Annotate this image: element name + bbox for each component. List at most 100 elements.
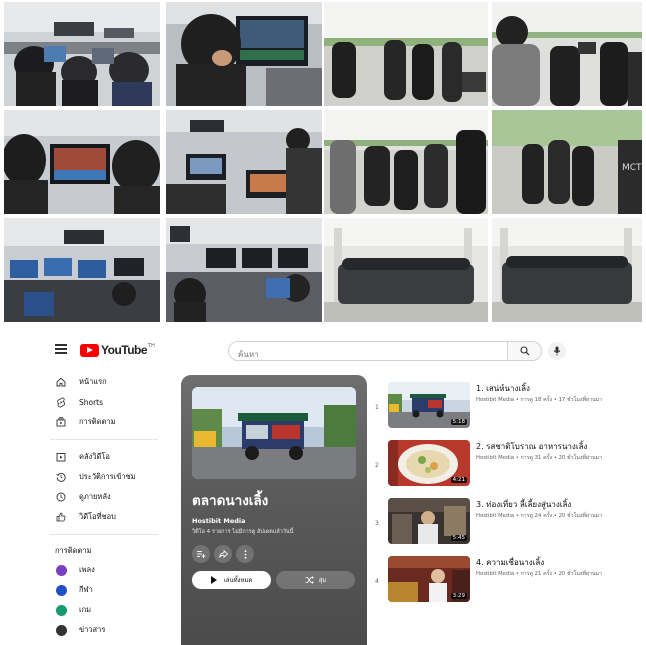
video-duration: 4:21 bbox=[450, 477, 467, 483]
sidebar-item-label: การติดตาม bbox=[79, 417, 116, 426]
playlist-video-item[interactable]: 4 3:29 4. ความเชื่อนางเลิ้ง Hostibit Med… bbox=[370, 556, 640, 606]
photo-group-portrait-2 bbox=[492, 218, 642, 322]
video-thumbnail[interactable]: 3:29 bbox=[388, 556, 470, 602]
menu-icon[interactable] bbox=[55, 344, 67, 354]
music-channel-avatar bbox=[55, 564, 67, 576]
play-icon bbox=[210, 576, 217, 584]
playlist-actions bbox=[192, 545, 254, 563]
photo-campus-group-2 bbox=[324, 110, 488, 214]
share-button[interactable] bbox=[214, 545, 232, 563]
play-all-button[interactable]: เล่นทั้งหมด bbox=[192, 571, 271, 589]
sidebar-item-news[interactable]: ข่าวสาร bbox=[50, 620, 162, 640]
sidebar-item-watch-later[interactable]: ดูภายหลัง bbox=[50, 487, 162, 507]
sidebar-item-library[interactable]: คลังวิดีโอ bbox=[50, 447, 162, 467]
youtube-play-icon bbox=[80, 343, 99, 357]
sidebar-item-label: เพลง bbox=[79, 565, 95, 574]
masthead: YouTube TH bbox=[0, 332, 646, 368]
video-duration: 5:18 bbox=[450, 419, 467, 425]
sidebar-item-label: เกม bbox=[79, 605, 92, 614]
voice-search-button[interactable] bbox=[548, 342, 566, 360]
youtube-logo[interactable]: YouTube TH bbox=[80, 343, 155, 357]
playlist-video-item[interactable]: 2 4:21 2. รสชาติโบราณ อาหารนางเลิ้ง Host… bbox=[370, 440, 640, 490]
photo-computer-lab-4 bbox=[4, 218, 160, 322]
mic-icon bbox=[553, 346, 561, 356]
sidebar-item-sports[interactable]: กีฬา bbox=[50, 580, 162, 600]
sidebar-item-history[interactable]: ประวัติการเข้าชม bbox=[50, 467, 162, 487]
photo-editing-closeup bbox=[166, 2, 322, 106]
playlist-meta: วิดีโอ 4 รายการ ไม่มีการดู อัปเดตแล้ววัน… bbox=[192, 529, 294, 535]
news-channel-avatar bbox=[55, 624, 67, 636]
sidebar-item-gaming[interactable]: เกม bbox=[50, 600, 162, 620]
video-meta: Hostibit Media • การดู 24 ครั้ง • 20 ชั่… bbox=[476, 513, 603, 519]
sidebar-item-liked-videos[interactable]: วิดีโอที่ชอบ bbox=[50, 507, 162, 527]
like-icon bbox=[55, 511, 67, 523]
video-title[interactable]: 3. ท่องเที่ยว ลี้เลี้ยงสู่นางเลิ้ง bbox=[476, 498, 571, 511]
clock-icon bbox=[55, 491, 67, 503]
sidebar-item-label: ข่าวสาร bbox=[79, 625, 106, 634]
share-icon bbox=[218, 550, 228, 558]
video-index: 1 bbox=[375, 404, 379, 411]
sidebar-item-shorts[interactable]: Shorts bbox=[50, 392, 162, 412]
video-thumbnail[interactable]: 5:18 bbox=[388, 382, 470, 428]
video-index: 4 bbox=[375, 578, 379, 585]
photo-computer-lab-1 bbox=[4, 2, 160, 106]
playlist-thumbnail[interactable] bbox=[192, 387, 356, 479]
shuffle-button[interactable]: สุ่ม bbox=[276, 571, 355, 589]
play-all-label: เล่นทั้งหมด bbox=[223, 577, 253, 584]
video-index: 2 bbox=[375, 462, 379, 469]
video-meta: Hostibit Media • การดู 18 ครั้ง • 17 ชั่… bbox=[476, 397, 603, 403]
logo-country-code: TH bbox=[148, 343, 155, 349]
video-index: 3 bbox=[375, 520, 379, 527]
library-icon bbox=[55, 451, 67, 463]
add-to-playlist-button[interactable] bbox=[192, 545, 210, 563]
playlist-header-card: ตลาดนางเลิ้ง Hostibit Media วิดีโอ 4 ราย… bbox=[181, 375, 367, 645]
search-icon bbox=[519, 346, 529, 356]
photo-camera-crew-2: MCT bbox=[492, 110, 642, 214]
photo-computer-lab-5 bbox=[166, 218, 322, 322]
sidebar-item-label: กีฬา bbox=[79, 585, 93, 594]
sidebar-item-music[interactable]: เพลง bbox=[50, 560, 162, 580]
youtube-page: YouTube TH หน้าแรก Shorts การติดตาม bbox=[0, 332, 646, 645]
more-actions-button[interactable] bbox=[236, 545, 254, 563]
shuffle-icon bbox=[305, 576, 314, 584]
video-title[interactable]: 1. เสน่ห์นางเลิ้ง bbox=[476, 382, 530, 395]
svg-text:MCT: MCT bbox=[622, 163, 642, 173]
playlist-video-item[interactable]: 1 5:18 1. เสน่ห์นางเลิ้ง Hostibit Media … bbox=[370, 382, 640, 432]
photo-campus-group-1 bbox=[324, 2, 488, 106]
sidebar-item-subscriptions[interactable]: การติดตาม bbox=[50, 412, 162, 432]
sidebar-item-label: หน้าแรก bbox=[79, 377, 107, 386]
sidebar: หน้าแรก Shorts การติดตาม คลังวิดีโอ ประว… bbox=[50, 372, 162, 640]
subscriptions-heading: การติดตาม bbox=[55, 546, 92, 555]
video-title[interactable]: 2. รสชาติโบราณ อาหารนางเลิ้ง bbox=[476, 440, 587, 453]
video-thumbnail[interactable]: 4:21 bbox=[388, 440, 470, 486]
sidebar-item-label: คลังวิดีโอ bbox=[79, 452, 110, 461]
playlist-channel-name[interactable]: Hostibit Media bbox=[192, 517, 246, 525]
sidebar-item-label: วิดีโอที่ชอบ bbox=[79, 512, 116, 521]
search-button[interactable] bbox=[508, 341, 542, 361]
shuffle-label: สุ่ม bbox=[318, 577, 327, 584]
video-thumbnail[interactable]: 5:45 bbox=[388, 498, 470, 544]
sidebar-divider bbox=[50, 439, 158, 440]
sidebar-item-label: ดูภายหลัง bbox=[79, 492, 111, 501]
more-vert-icon bbox=[244, 549, 246, 559]
video-title[interactable]: 4. ความเชื่อนางเลิ้ง bbox=[476, 556, 544, 569]
photo-computer-lab-2 bbox=[4, 110, 160, 214]
sidebar-divider bbox=[50, 534, 158, 535]
video-duration: 3:29 bbox=[450, 593, 467, 599]
playlist-title: ตลาดนางเลิ้ง bbox=[192, 493, 269, 509]
video-meta: Hostibit Media • การดู 21 ครั้ง • 20 ชั่… bbox=[476, 571, 603, 577]
playlist-add-icon bbox=[196, 551, 205, 558]
history-icon bbox=[55, 471, 67, 483]
home-icon bbox=[55, 376, 67, 388]
subscriptions-icon bbox=[55, 416, 67, 428]
playlist-video-item[interactable]: 3 5:45 3. ท่องเที่ยว ลี้เลี้ยงสู่นางเลิ้… bbox=[370, 498, 640, 548]
photo-group-portrait-1 bbox=[324, 218, 488, 322]
shorts-icon bbox=[55, 396, 67, 408]
sports-channel-avatar bbox=[55, 584, 67, 596]
sidebar-item-label: ประวัติการเข้าชม bbox=[79, 472, 136, 481]
sidebar-item-home[interactable]: หน้าแรก bbox=[50, 372, 162, 392]
video-meta: Hostibit Media • การดู 31 ครั้ง • 20 ชั่… bbox=[476, 455, 603, 461]
search-input[interactable] bbox=[229, 345, 507, 364]
search-box bbox=[228, 341, 508, 364]
photo-computer-lab-3 bbox=[166, 110, 322, 214]
